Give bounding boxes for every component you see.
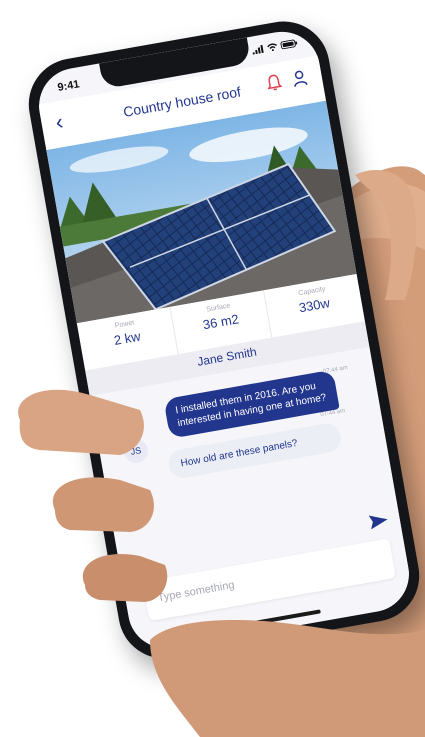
message-composer (142, 538, 396, 622)
signal-icon (252, 44, 264, 55)
send-icon[interactable] (368, 512, 389, 530)
status-time: 9:41 (56, 78, 81, 94)
chat-area[interactable]: I installed them in 2016. Are you intere… (89, 346, 415, 655)
wifi-icon (267, 43, 278, 52)
bell-icon[interactable] (265, 72, 284, 93)
message-input[interactable] (154, 557, 355, 606)
system-icons (251, 39, 298, 55)
home-indicator (225, 609, 321, 630)
message-time: 07:44 am (322, 364, 349, 376)
avatar[interactable]: JS (122, 437, 150, 465)
user-icon[interactable] (290, 68, 309, 89)
battery-icon (280, 39, 298, 50)
